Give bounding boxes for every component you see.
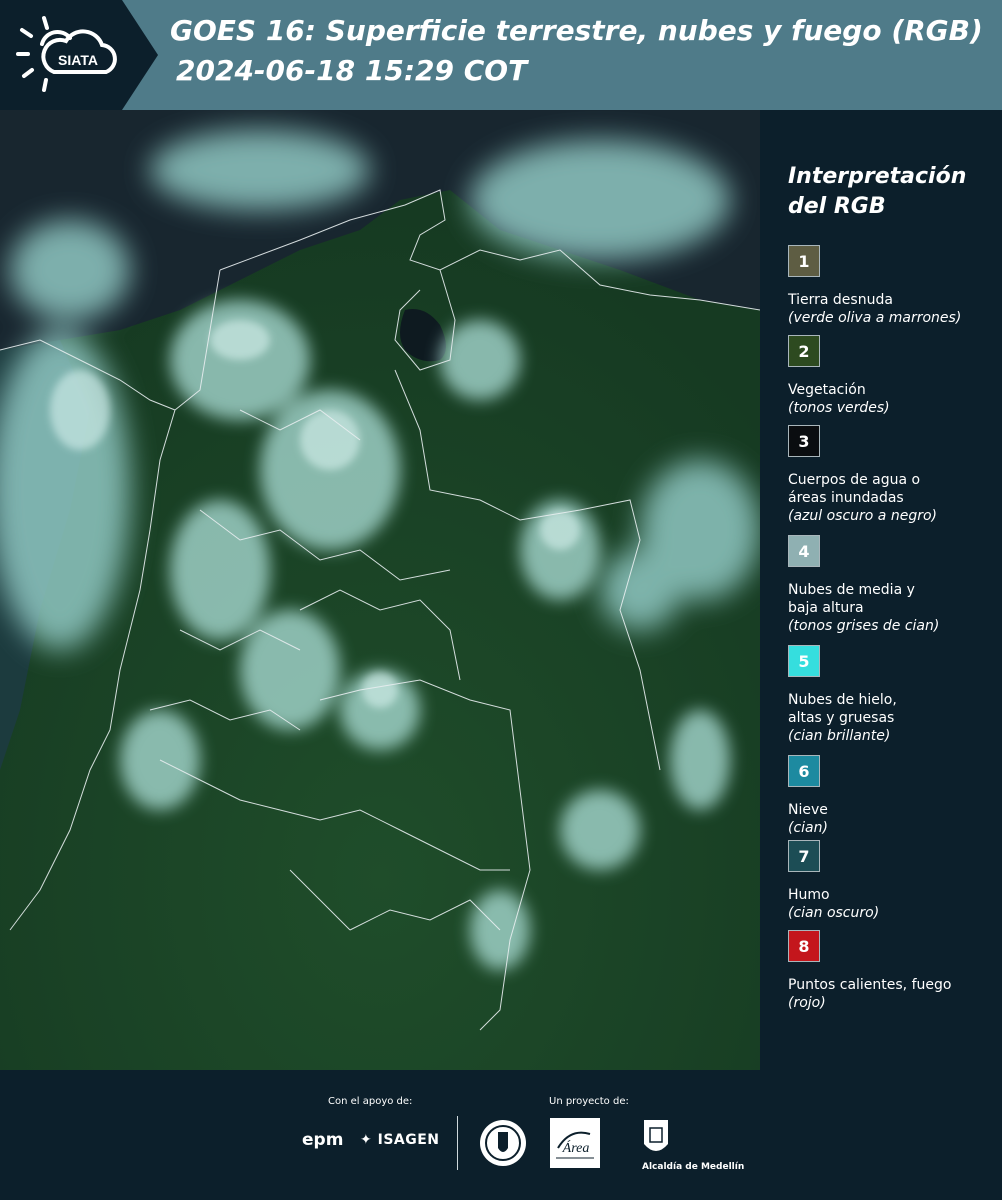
isagen-label: ISAGEN [377, 1132, 440, 1148]
legend-item-snow: 6 Nieve (cian) [788, 755, 998, 837]
legend-sublabel: (azul oscuro a negro) [788, 508, 937, 524]
legend-panel: Interpretación del RGB 1 Tierra desnuda … [762, 110, 1002, 1070]
footer-divider [457, 1116, 458, 1170]
satellite-map[interactable] [0, 110, 760, 1070]
legend-item-ice-clouds: 5 Nubes de hielo, altas y gruesas (cian … [788, 645, 998, 745]
isagen-mark-icon: ✦ [360, 1132, 373, 1148]
legend-label: Humo [788, 887, 830, 903]
legend-swatch: 1 [788, 245, 820, 277]
legend-sublabel: (cian oscuro) [788, 905, 880, 921]
header-bar: SIATA GOES 16: Superficie terrestre, nub… [0, 0, 1002, 110]
legend-swatch: 8 [788, 930, 820, 962]
legend-item-water: 3 Cuerpos de agua o áreas inundadas (azu… [788, 425, 998, 525]
legend-sublabel: (verde oliva a marrones) [788, 310, 962, 326]
epm-logo: epm [302, 1130, 344, 1150]
legend-label: Tierra desnuda [788, 292, 893, 308]
logo-text: SIATA [58, 52, 98, 68]
logo-block: SIATA [0, 0, 158, 110]
timestamp: 2024-06-18 15:29 COT [176, 54, 528, 87]
area-text: Área [562, 1139, 590, 1156]
swatch-number: 7 [798, 846, 810, 866]
legend-item-fire: 8 Puntos calientes, fuego (rojo) [788, 930, 998, 1012]
legend-swatch: 3 [788, 425, 820, 457]
alcaldia-shield-icon [644, 1120, 668, 1151]
legend-sublabel: (rojo) [788, 995, 826, 1011]
swatch-number: 3 [798, 431, 810, 451]
legend-swatch: 6 [788, 755, 820, 787]
medellin-emblem-icon [480, 1120, 526, 1166]
legend-item-smoke: 7 Humo (cian oscuro) [788, 840, 998, 922]
legend-item-low-clouds: 4 Nubes de media y baja altura (tonos gr… [788, 535, 998, 635]
legend-label: Nubes de hielo, altas y gruesas [788, 692, 897, 726]
legend-sublabel: (tonos grises de cian) [788, 618, 940, 634]
support-label: Con el apoyo de: [328, 1096, 413, 1107]
page-title: GOES 16: Superficie terrestre, nubes y f… [170, 14, 983, 47]
swatch-number: 1 [798, 251, 810, 271]
footer: Con el apoyo de: Un proyecto de: epm ✦ I… [0, 1070, 1002, 1200]
legend-swatch: 7 [788, 840, 820, 872]
legend-label: Nieve [788, 802, 828, 818]
legend-sublabel: (cian) [788, 820, 828, 836]
legend-label: Vegetación [788, 382, 866, 398]
map-image [0, 110, 760, 1070]
legend-swatch: 2 [788, 335, 820, 367]
legend-sublabel: (cian brillante) [788, 728, 891, 744]
alcaldia-label: Alcaldía de Medellín [642, 1162, 745, 1172]
legend-swatch: 4 [788, 535, 820, 567]
area-logo-icon: Área [556, 1131, 594, 1159]
swatch-number: 2 [798, 341, 810, 361]
swatch-number: 5 [798, 651, 810, 671]
swatch-number: 4 [798, 541, 810, 561]
legend-item-bare-land: 1 Tierra desnuda (verde oliva a marrones… [788, 245, 998, 327]
swatch-number: 6 [798, 761, 810, 781]
legend-item-vegetation: 2 Vegetación (tonos verdes) [788, 335, 998, 417]
legend-label: Puntos calientes, fuego [788, 977, 952, 993]
legend-label: Cuerpos de agua o áreas inundadas [788, 472, 921, 506]
isagen-logo: ✦ ISAGEN [360, 1132, 440, 1148]
swatch-number: 8 [798, 936, 810, 956]
legend-sublabel: (tonos verdes) [788, 400, 890, 416]
siata-logo-icon: SIATA [16, 16, 117, 92]
project-label: Un proyecto de: [549, 1096, 629, 1107]
legend-title: Interpretación del RGB [788, 164, 967, 219]
legend-swatch: 5 [788, 645, 820, 677]
area-metropolitana-logo: Área [550, 1118, 600, 1168]
legend-label: Nubes de media y baja altura [788, 582, 915, 616]
